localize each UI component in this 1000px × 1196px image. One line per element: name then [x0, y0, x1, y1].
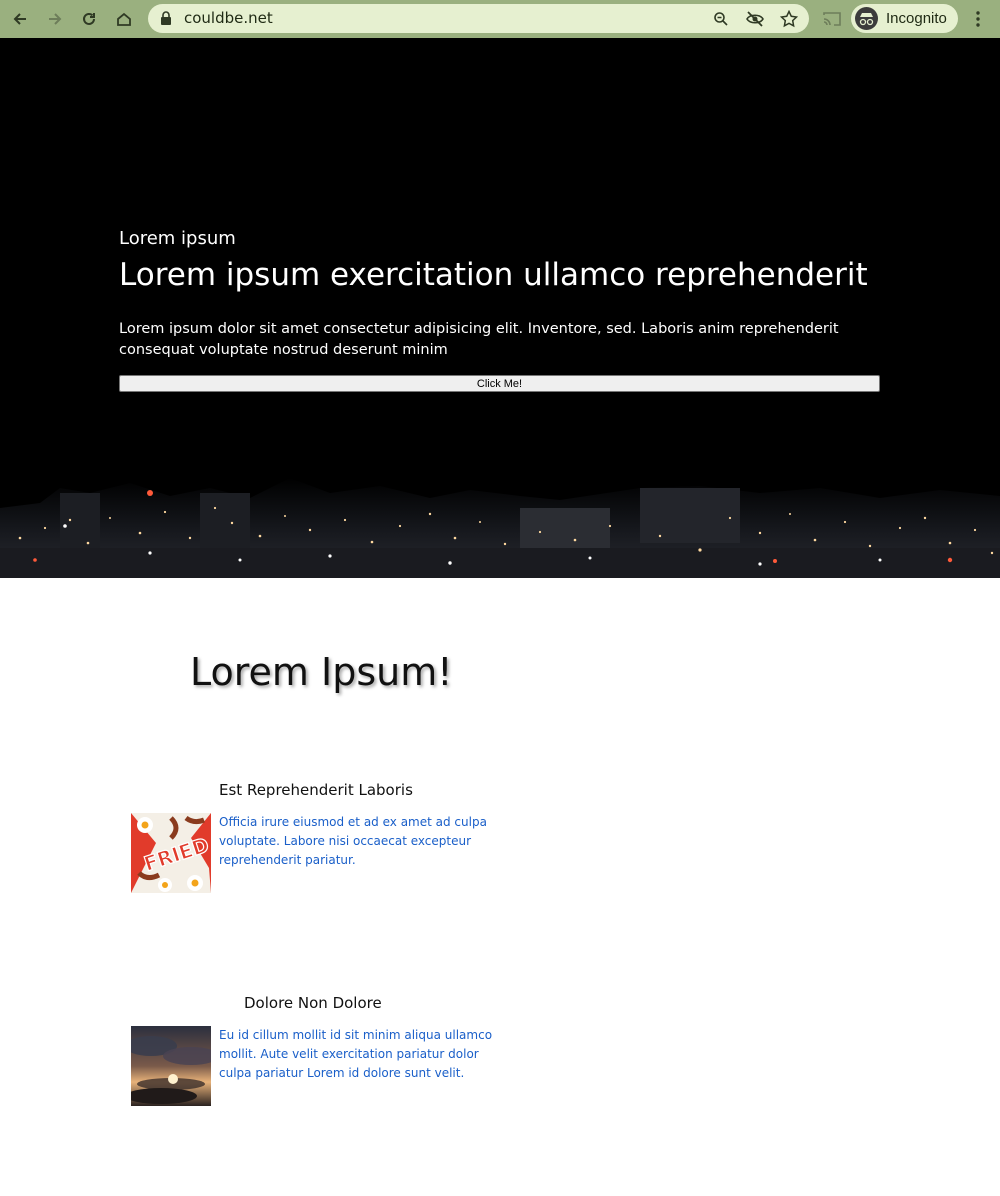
fried-food-image: FRIED — [131, 813, 211, 893]
card-text: Eu id cillum mollit id sit minim aliqua … — [219, 1028, 493, 1080]
hero-section: Lorem ipsum Lorem ipsum exercitation ull… — [0, 38, 1000, 578]
forward-icon[interactable] — [43, 7, 67, 31]
hero-title: Lorem ipsum exercitation ullamco reprehe… — [119, 257, 868, 293]
back-icon[interactable] — [8, 7, 32, 31]
profile-label: Incognito — [886, 10, 947, 27]
hero-text: Lorem ipsum dolor sit amet consectetur a… — [119, 321, 839, 358]
city-skyline-image — [0, 448, 1000, 578]
section-title: Lorem Ipsum! — [190, 650, 453, 694]
eye-off-icon[interactable] — [745, 9, 765, 29]
url-text[interactable]: couldbe.net — [184, 9, 273, 27]
cast-icon[interactable] — [820, 7, 844, 31]
menu-icon[interactable] — [966, 7, 990, 31]
card-title: Est Reprehenderit Laboris — [219, 781, 413, 799]
click-me-button[interactable]: Click Me! — [119, 375, 880, 392]
card-title: Dolore Non Dolore — [244, 994, 382, 1012]
card-text: Officia irure eiusmod et ad ex amet ad c… — [219, 815, 487, 867]
incognito-profile-button[interactable]: Incognito — [851, 4, 958, 33]
home-icon[interactable] — [112, 7, 136, 31]
browser-toolbar: couldbe.net Incognito — [0, 0, 1000, 38]
hero-eyebrow: Lorem ipsum — [119, 228, 236, 249]
reload-icon[interactable] — [77, 7, 101, 31]
lock-icon — [160, 11, 172, 30]
address-bar[interactable]: couldbe.net — [148, 4, 809, 33]
incognito-icon — [855, 7, 878, 30]
sunset-sky-image — [131, 1026, 211, 1106]
star-icon[interactable] — [779, 9, 799, 29]
zoom-icon[interactable] — [711, 9, 731, 29]
